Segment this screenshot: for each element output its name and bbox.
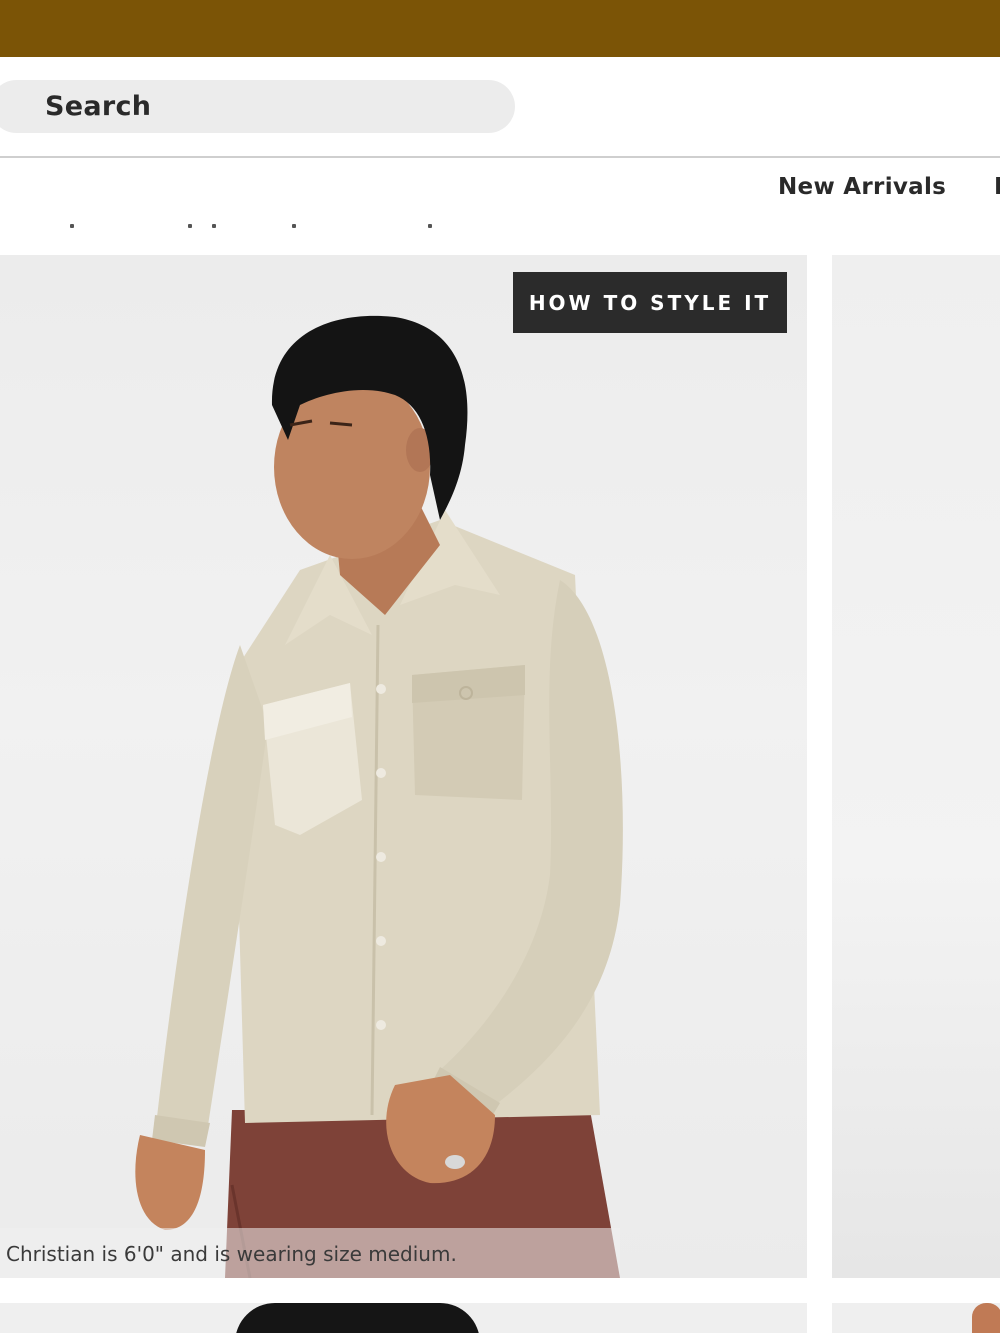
product-tile-row2-2[interactable] <box>832 1303 1000 1333</box>
nav-item-next-cropped[interactable]: I <box>994 174 1000 200</box>
product-image-tile[interactable]: HOW TO STYLE IT Christian is 6'0" and is… <box>0 255 807 1278</box>
promo-banner[interactable] <box>0 0 1000 57</box>
product-tile-row2-1[interactable] <box>0 1303 807 1333</box>
search-input[interactable]: Search <box>0 80 515 133</box>
product-photo <box>135 315 623 1278</box>
product-photo-peek-hair <box>235 1303 480 1333</box>
caption-text: Christian is 6'0" and is wearing size me… <box>6 1242 457 1266</box>
cropped-breadcrumb-text <box>0 224 460 232</box>
search-placeholder: Search <box>45 91 152 122</box>
product-photo-peek <box>972 1303 1000 1333</box>
page: Search New Arrivals I HOW TO STYLE IT Ch… <box>0 0 1000 1333</box>
header-divider <box>0 156 1000 158</box>
how-to-style-it-button[interactable]: HOW TO STYLE IT <box>513 272 787 333</box>
model-size-caption: Christian is 6'0" and is wearing size me… <box>0 1228 620 1278</box>
nav-item-new-arrivals[interactable]: New Arrivals <box>778 174 946 200</box>
next-product-tile[interactable] <box>832 255 1000 1278</box>
